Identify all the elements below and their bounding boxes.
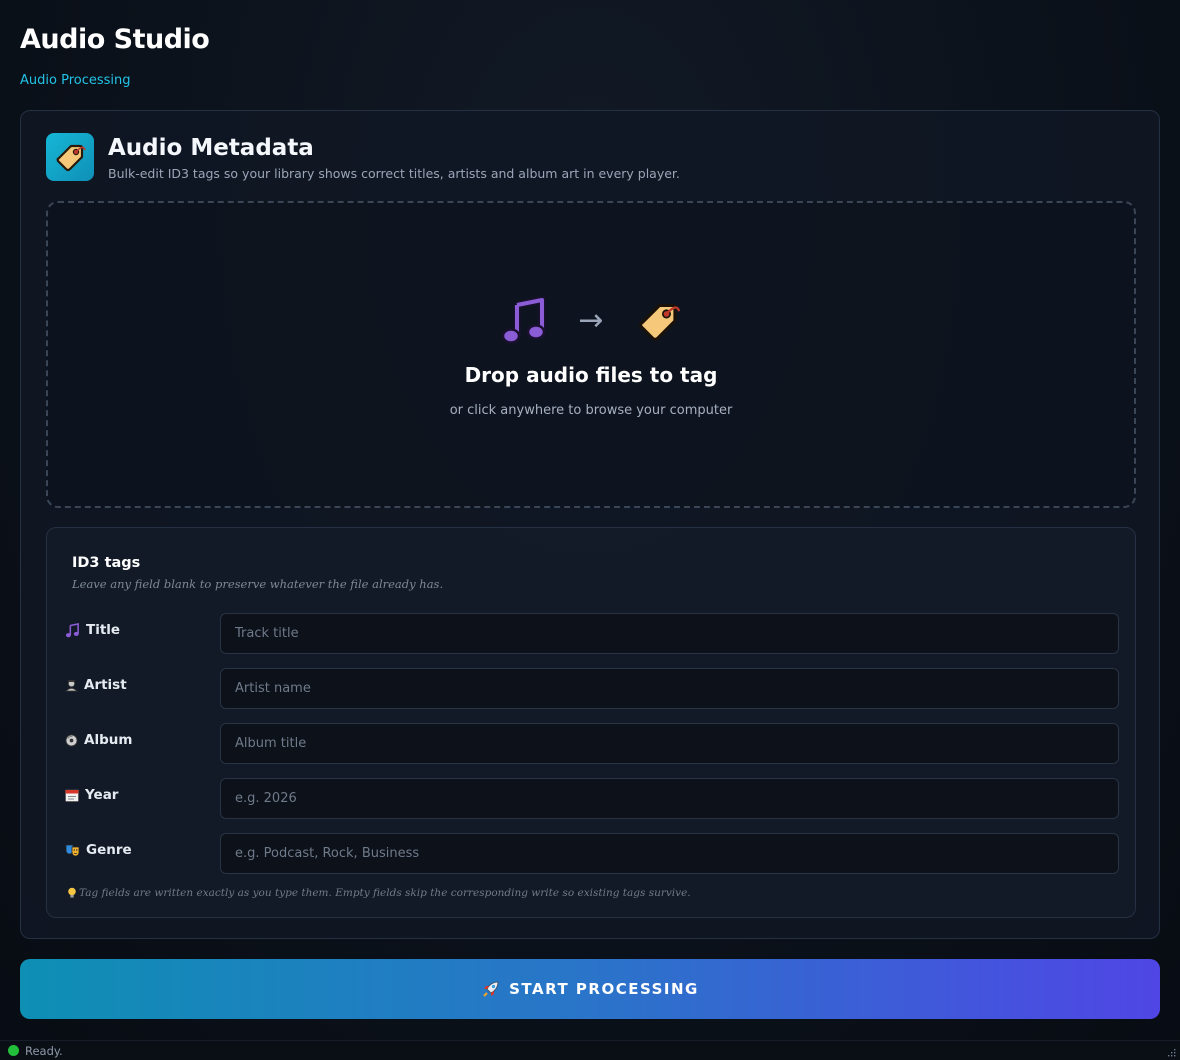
field-row-artist: Artist	[65, 668, 1119, 719]
start-button-label: START PROCESSING	[509, 980, 699, 998]
artist-input[interactable]	[220, 668, 1119, 709]
field-row-year: Year	[65, 778, 1119, 829]
field-row-album: Album	[65, 723, 1119, 774]
field-label-text: Year	[85, 787, 119, 803]
tool-description: Bulk-edit ID3 tags so your library shows…	[108, 166, 680, 181]
year-input[interactable]	[220, 778, 1119, 819]
resize-grip-icon[interactable]	[1166, 1047, 1176, 1057]
field-row-title: Title	[65, 613, 1119, 664]
tool-title: Audio Metadata	[108, 135, 314, 161]
app-header: Audio Studio Audio Processing	[20, 24, 210, 88]
status-dot	[8, 1045, 19, 1056]
music-note-icon	[502, 297, 546, 344]
field-label-text: Genre	[86, 842, 132, 858]
breadcrumb[interactable]: Audio Processing	[20, 73, 209, 88]
field-label-text: Title	[86, 622, 121, 638]
field-label-artist: Artist	[65, 677, 127, 693]
rocket-icon	[483, 981, 499, 997]
tool-header: Audio Metadata Bulk-edit ID3 tags so you…	[46, 133, 680, 181]
tags-note: Tag fields are written exactly as you ty…	[67, 887, 691, 899]
field-row-genre: Genre	[65, 833, 1119, 884]
tag-icon	[638, 303, 680, 341]
start-processing-button[interactable]: START PROCESSING	[20, 959, 1160, 1019]
field-label-album: Album	[65, 732, 132, 748]
field-label-text: Album	[84, 732, 133, 748]
field-label-genre: Genre	[65, 842, 132, 858]
status-text: Ready.	[25, 1043, 63, 1058]
id3-tags-panel: ID3 tags Leave any field blank to preser…	[46, 527, 1136, 918]
field-label-title: Title	[65, 622, 120, 638]
status-bar: Ready.	[0, 1040, 1180, 1060]
arrow-right-icon: →	[578, 303, 604, 338]
dropzone-title: Drop audio files to tag	[464, 363, 718, 387]
title-input[interactable]	[220, 613, 1119, 654]
disc-icon	[65, 733, 78, 747]
music-note-icon	[65, 622, 79, 637]
file-dropzone[interactable]: → Drop audio files to tag or click anywh…	[46, 201, 1136, 508]
tags-note-text: Tag fields are written exactly as you ty…	[79, 887, 691, 899]
tool-card: Audio Metadata Bulk-edit ID3 tags so you…	[20, 110, 1160, 939]
genre-input[interactable]	[220, 833, 1119, 874]
theater-masks-icon	[65, 844, 80, 856]
tag-icon	[46, 133, 94, 181]
dropzone-icons: →	[48, 297, 1134, 345]
tags-hint: Leave any field blank to preserve whatev…	[72, 577, 444, 591]
field-label-text: Artist	[84, 677, 127, 693]
calendar-icon	[65, 789, 79, 802]
app-title: Audio Studio	[20, 24, 210, 55]
dropzone-subtitle: or click anywhere to browse your compute…	[449, 403, 733, 418]
field-label-year: Year	[65, 787, 118, 803]
lightbulb-icon	[68, 887, 76, 898]
album-input[interactable]	[220, 723, 1119, 764]
tags-title: ID3 tags	[72, 555, 141, 571]
artist-icon	[65, 679, 78, 692]
